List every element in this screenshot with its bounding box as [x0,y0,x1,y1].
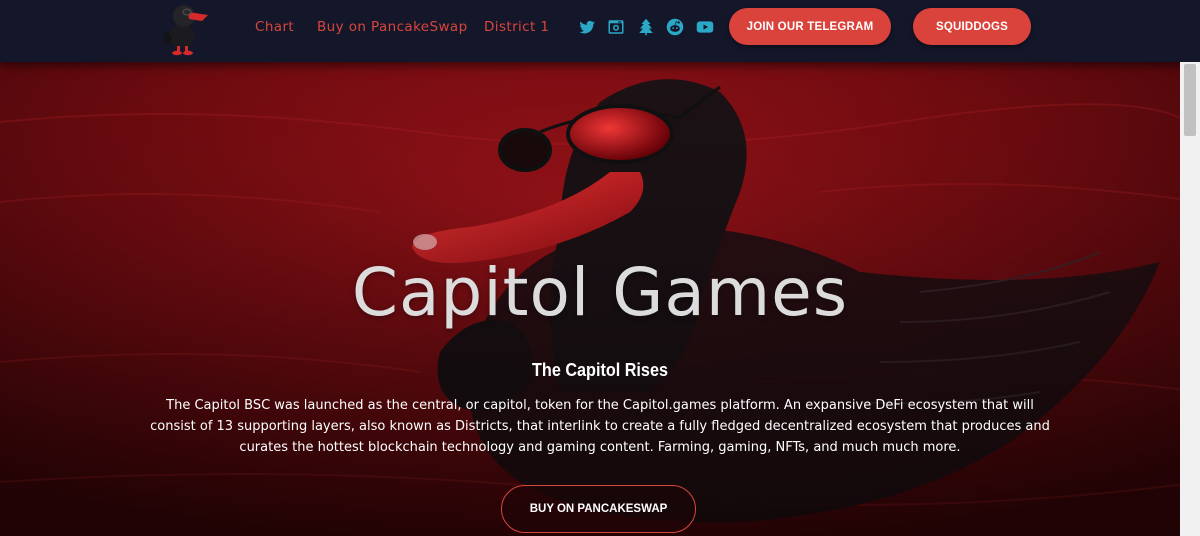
nav-link-district-1[interactable]: District 1 [484,19,549,35]
nav-link-buy-pancakeswap[interactable]: Buy on PancakeSwap [317,19,468,35]
youtube-icon[interactable] [696,18,714,36]
nav-link-chart[interactable]: Chart [255,19,294,35]
hero-subtitle: The Capitol Rises [532,360,668,380]
hero-title: Capitol Games [351,254,849,331]
hero-section: Capitol Games The Capitol Rises The Capi… [0,62,1200,536]
camera-icon[interactable] [607,18,625,36]
hero-description: The Capitol BSC was launched as the cent… [150,398,1050,455]
top-navbar: Chart Buy on PancakeSwap District 1 JOIN… [0,0,1200,62]
duck-logo[interactable] [158,0,210,58]
scrollbar-thumb[interactable] [1184,64,1196,136]
reddit-icon[interactable] [666,18,684,36]
squiddogs-button[interactable]: SQUIDDOGS [913,8,1031,45]
join-telegram-button[interactable]: JOIN OUR TELEGRAM [729,8,891,45]
twitter-icon[interactable] [578,18,596,36]
buy-pancakeswap-button[interactable]: BUY ON PANCAKESWAP [501,485,696,533]
tree-icon[interactable] [637,18,655,36]
page-scrollbar[interactable] [1180,62,1200,536]
